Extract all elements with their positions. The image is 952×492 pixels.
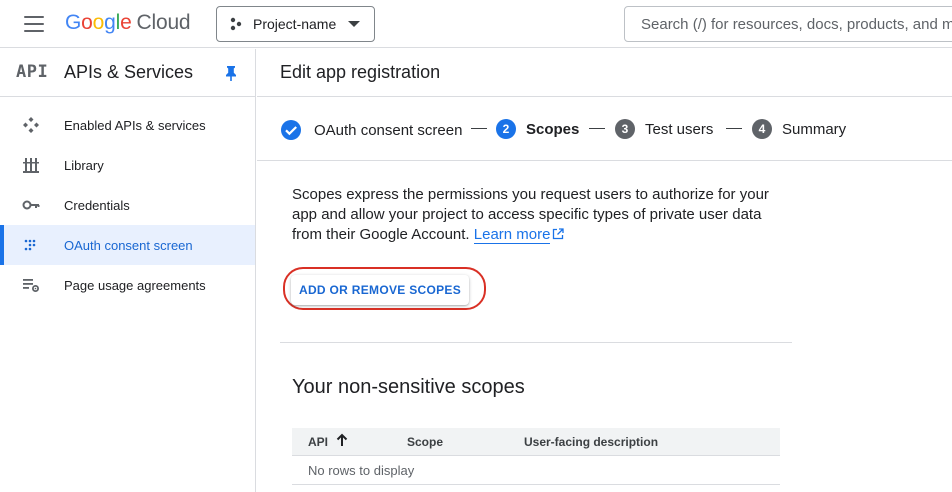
top-bar: Google Cloud Project-name <box>0 0 952 48</box>
page-header: Edit app registration <box>257 49 952 97</box>
external-link-icon[interactable] <box>552 228 565 240</box>
settings-list-icon <box>23 279 39 292</box>
api-badge-icon: API <box>16 62 49 82</box>
sidebar-item-label: OAuth consent screen <box>64 237 193 253</box>
empty-state-text: No rows to display <box>308 463 415 478</box>
step-summary[interactable]: 4 Summary <box>752 119 846 139</box>
enabled-apis-icon <box>23 117 39 133</box>
step-label: OAuth consent screen <box>314 121 463 139</box>
library-icon <box>23 158 39 173</box>
learn-more-link[interactable]: Learn more <box>473 226 551 244</box>
column-header-scope[interactable]: Scope <box>407 435 443 449</box>
sidebar-item-label: Library <box>64 157 104 173</box>
key-icon <box>22 200 40 210</box>
sidebar: API APIs & Services Enabled APIs & servi… <box>0 49 256 492</box>
step-scopes[interactable]: 2 Scopes <box>496 119 579 139</box>
menu-icon[interactable] <box>24 16 44 32</box>
google-cloud-logo[interactable]: Google Cloud <box>65 11 191 35</box>
project-picker[interactable]: Project-name <box>216 6 375 42</box>
pin-icon[interactable] <box>224 65 238 81</box>
page-title: Edit app registration <box>280 62 441 82</box>
sidebar-item-label: Enabled APIs & services <box>64 117 206 133</box>
oauth-icon <box>24 239 36 251</box>
scopes-table: API Scope User-facing description No row… <box>292 428 780 485</box>
step-number: 3 <box>615 119 635 139</box>
sidebar-item-label: Credentials <box>64 197 130 213</box>
column-header-description[interactable]: User-facing description <box>524 435 658 449</box>
step-label: Summary <box>782 120 847 138</box>
sidebar-item-enabled-apis[interactable]: Enabled APIs & services <box>0 105 255 145</box>
step-connector <box>726 128 742 129</box>
add-remove-scopes-button[interactable]: ADD OR REMOVE SCOPES <box>291 275 469 305</box>
scopes-description: Scopes express the permissions you reque… <box>292 185 782 245</box>
section-title: Your non-sensitive scopes <box>292 376 525 398</box>
sidebar-item-library[interactable]: Library <box>0 145 255 185</box>
search-bar[interactable] <box>624 6 952 42</box>
search-input[interactable] <box>641 15 952 33</box>
sidebar-item-credentials[interactable]: Credentials <box>0 185 255 225</box>
step-number: 4 <box>752 119 772 139</box>
step-test-users[interactable]: 3 Test users <box>615 119 713 139</box>
sidebar-nav: Enabled APIs & services Library Credenti… <box>0 97 255 305</box>
step-label: Test users <box>645 120 714 138</box>
main-content: Edit app registration OAuth consent scre… <box>257 49 952 492</box>
sidebar-item-page-usage[interactable]: Page usage agreements <box>0 265 255 305</box>
column-header-api[interactable]: API <box>308 435 328 449</box>
project-name: Project-name <box>253 16 337 32</box>
table-empty-row: No rows to display <box>292 456 780 485</box>
sidebar-item-oauth-consent[interactable]: OAuth consent screen <box>0 225 255 265</box>
step-number: 2 <box>496 119 516 139</box>
sidebar-title[interactable]: APIs & Services <box>64 62 193 83</box>
chevron-down-icon <box>348 21 360 27</box>
stepper: OAuth consent screen 2 Scopes 3 Test use… <box>257 97 952 161</box>
sidebar-header: API APIs & Services <box>0 49 255 97</box>
step-oauth-consent[interactable]: OAuth consent screen <box>280 119 462 141</box>
table-header: API Scope User-facing description <box>292 428 780 456</box>
sidebar-item-label: Page usage agreements <box>64 277 206 293</box>
arrow-up-icon[interactable] <box>336 433 348 447</box>
check-circle-icon <box>281 120 301 140</box>
step-connector <box>471 128 487 129</box>
divider <box>280 342 792 343</box>
step-connector <box>589 128 605 129</box>
step-label: Scopes <box>526 120 580 138</box>
project-icon <box>230 17 242 31</box>
